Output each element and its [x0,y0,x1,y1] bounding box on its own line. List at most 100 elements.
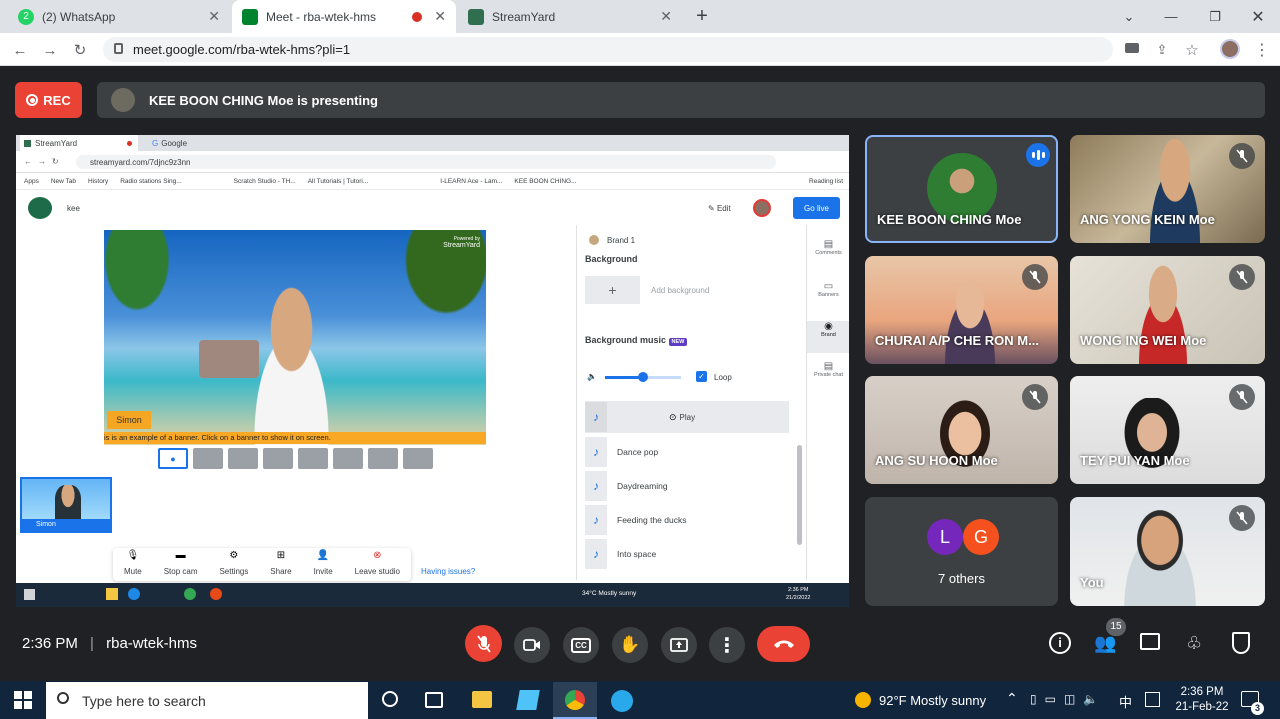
participant-tile-ang-su-hoon[interactable]: ANG SU HOON Moe [865,376,1058,484]
back-icon[interactable]: ← [10,40,30,60]
participant-tile-you[interactable]: You [1070,497,1265,606]
participant-video [1140,139,1210,243]
close-tab-icon[interactable]: ✕ [208,8,220,25]
new-tab-button[interactable]: + [692,5,712,27]
shared-screen: StreamYard G Google ←→↻ streamyard.com/7… [16,135,849,607]
cortana-icon[interactable] [382,691,398,707]
forward-icon[interactable]: → [40,40,60,60]
ime-indicator[interactable]: 中 [1119,692,1132,711]
star-icon[interactable]: ☆ [1182,40,1202,60]
participant-tile-wong-ing-wei[interactable]: WONG ING WEI Moe [1070,256,1265,364]
other-avatar: G [963,519,999,555]
tab-label: Meet - rba-wtek-hms [266,9,377,24]
taskbar-weather[interactable]: 92°F Mostly sunny [879,693,986,708]
keyboard-icon[interactable] [1145,692,1160,707]
settings-control: ⚙ Settings [219,550,248,579]
taskbar-search[interactable]: Type here to search [46,682,368,719]
taskbar-clock[interactable]: 2:36 PM 21-Feb-22 [1172,685,1232,715]
gear-icon: ⚙ [229,550,239,561]
inner-tab-google: G Google [144,135,274,151]
profile-avatar[interactable] [1220,39,1240,59]
participant-tile-ang-yong-kein[interactable]: ANG YONG KEIN Moe [1070,135,1265,243]
chat-icon[interactable] [1140,633,1160,650]
invite-control: 👤 Invite [314,550,333,579]
address-bar[interactable]: meet.google.com/rba-wtek-hms?pli=1 [103,37,1113,62]
close-window-icon[interactable]: ✕ [1236,0,1280,33]
camera-icon[interactable] [1125,43,1139,53]
host-controls-icon[interactable] [1232,632,1250,654]
layout-pip-icon [368,448,398,469]
people-icon[interactable]: 👥 [1094,633,1116,654]
captions-button[interactable]: CC [563,627,599,663]
close-tab-icon[interactable]: ✕ [660,8,672,25]
present-button[interactable] [661,627,697,663]
hand-icon: ✋ [619,635,641,654]
meeting-code: rba-wtek-hms [106,635,197,652]
participant-video [1112,398,1192,484]
menu-icon[interactable]: ⋮ [1252,40,1272,60]
bookmark: New Tab [50,177,76,185]
file-explorer-icon[interactable] [472,691,492,708]
task-view-icon[interactable] [425,692,443,708]
windows-start-icon[interactable] [14,691,32,709]
music-note-icon: ♪ [585,402,607,432]
chrome-taskbar-button[interactable] [553,682,597,719]
control-label: Mute [123,567,142,576]
share-icon[interactable]: ⇪ [1152,40,1172,60]
mic-toggle-button[interactable] [465,625,502,662]
control-label: Stop cam [163,567,198,576]
minimize-icon[interactable]: — [1149,0,1193,33]
new-badge: NEW [668,338,688,346]
telegram-icon[interactable] [611,690,633,712]
participant-count-badge: 15 [1106,618,1126,636]
inner-bookmarks-bar: Apps New Tab History Radio stations Sing… [16,173,849,190]
presenting-banner: KEE BOON CHING Moe is presenting [97,82,1265,118]
camera-toggle-button[interactable] [514,627,550,663]
activities-icon[interactable]: ♧ [1186,633,1202,654]
raise-hand-button[interactable]: ✋ [612,627,648,663]
presenter-person [234,280,349,445]
others-tile[interactable]: L G 7 others [865,497,1058,606]
tab-search-icon[interactable]: ⌄ [1107,0,1151,33]
lock-icon [114,43,123,54]
tray-icons[interactable]: ▯▭◫🔈 [1030,692,1106,706]
music-note-icon: ♪ [585,539,607,569]
studio-controls: 🎙 Mute ▬ Stop cam ⚙ Settings ⊞ Share 👤 Invite… [113,548,411,581]
taskbar-date: 21-Feb-22 [1175,701,1229,713]
participant-tile-tey-pui-yan[interactable]: TEY PUI YAN Moe [1070,376,1265,484]
thumb-name: Simon [22,519,110,531]
reload-icon[interactable]: ↻ [70,40,90,60]
tab-whatsapp[interactable]: 2 (2) WhatsApp ✕ [8,0,230,33]
streamyard-logo-icon [28,197,52,219]
info-icon[interactable]: i [1049,632,1071,654]
participant-tile-kee[interactable]: KEE BOON CHING Moe [865,135,1058,243]
brand-panel: Brand 1 Background + Add background Back… [576,225,806,580]
app-pinned-icon[interactable] [516,690,540,710]
more-options-button[interactable]: ⋮ [709,627,745,663]
play-label: Play [679,412,696,422]
studio-name: kee [67,204,80,213]
hang-up-icon [773,640,794,648]
tab-meet[interactable]: Meet - rba-wtek-hms ✕ [232,0,456,33]
edit-label: Edit [716,204,731,213]
leave-call-button[interactable] [757,626,810,662]
streamyard-icon [24,139,31,147]
track-item: ♪ Feeding the ducks [585,505,789,535]
maximize-icon[interactable]: ❐ [1193,0,1237,33]
inner-address-bar: streamyard.com/7djnc9z3nn [76,155,776,169]
loop-label: Loop [714,373,732,382]
control-label: Settings [219,567,249,576]
close-tab-icon[interactable]: ✕ [434,8,446,25]
inner-date: 21/2/2022 [786,595,811,601]
tab-streamyard[interactable]: StreamYard ✕ [458,0,682,33]
layout-full-icon [403,448,433,469]
layout-split-icon [193,448,223,469]
inner-chrome-icon [184,588,196,600]
comment-icon: ▤ [823,239,834,250]
layout-solo-icon: ● [158,448,188,469]
tray-chevron-icon[interactable]: ⌃ [1006,690,1018,707]
muted-mic-icon [1229,143,1255,169]
participant-tile-churai[interactable]: CHURAI A/P CHE RON M... [865,256,1058,364]
inner-app-icon [210,588,222,600]
share-control: ⊞ Share [270,550,291,579]
